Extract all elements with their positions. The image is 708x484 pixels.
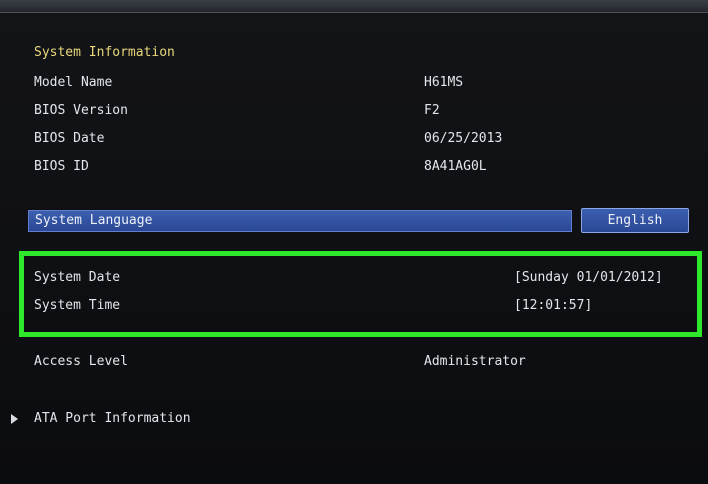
model-name-label: Model Name [34,75,113,90]
top-bar [0,0,708,13]
triangle-right-icon [11,414,18,424]
system-information-heading: System Information [34,45,175,60]
bios-date-label: BIOS Date [34,131,105,146]
system-language-row[interactable]: System Language [28,210,572,232]
date-time-highlight [19,251,702,337]
system-date-field[interactable]: [Sunday 01/01/2012] [514,268,663,288]
system-date-label: System Date [34,270,121,285]
system-time-field[interactable]: [12:01:57] [514,296,592,316]
bios-id-value: 8A41AG0L [424,159,487,174]
bios-screen: System Information Model Name H61MS BIOS… [0,0,708,484]
system-language-select[interactable]: English [581,208,689,233]
bios-id-label: BIOS ID [34,159,89,174]
access-level-value: Administrator [424,354,526,369]
system-time-label: System Time [34,298,121,313]
bios-version-value: F2 [424,103,440,118]
bios-date-value: 06/25/2013 [424,131,503,146]
system-language-label: System Language [35,213,153,228]
access-level-label: Access Level [34,354,128,369]
model-name-value: H61MS [424,75,464,90]
bios-version-label: BIOS Version [34,103,128,118]
ata-port-information-item[interactable]: ATA Port Information [34,409,191,429]
